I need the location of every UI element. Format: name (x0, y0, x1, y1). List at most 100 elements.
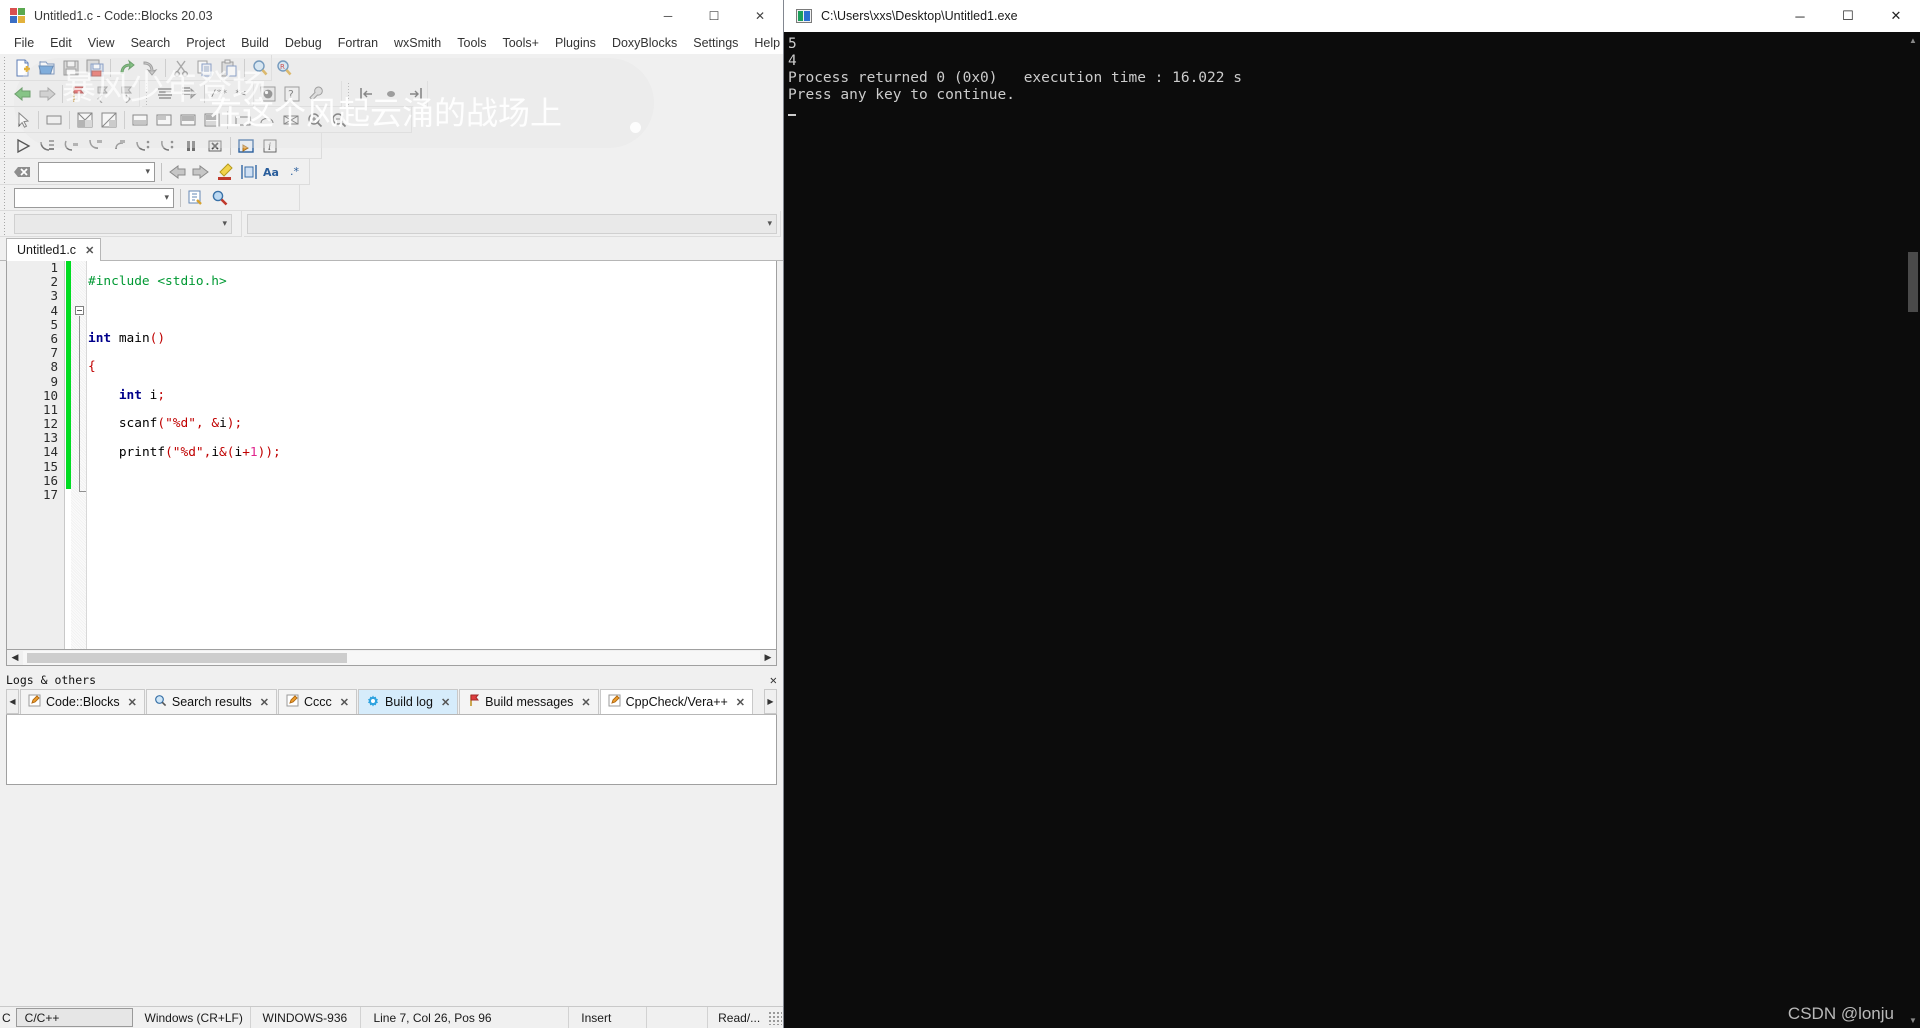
scroll-right-arrow-icon[interactable]: ▶ (760, 651, 776, 665)
step-instruction-icon[interactable] (155, 134, 179, 158)
debugging-windows-icon[interactable] (234, 134, 258, 158)
debug-pause-icon[interactable] (179, 134, 203, 158)
code-text[interactable]: #include <stdio.h> int main() { int i; s… (88, 261, 776, 649)
open-file-icon[interactable] (35, 56, 59, 80)
selected-only-icon[interactable] (237, 160, 261, 184)
function-select[interactable]: ▾ (247, 213, 777, 234)
toolbar-grip[interactable] (2, 160, 9, 183)
curve-sizer-icon[interactable] (255, 108, 279, 132)
zoom-out-icon[interactable] (327, 108, 351, 132)
debug-stop-icon[interactable] (203, 134, 227, 158)
close-button[interactable]: ✕ (1872, 0, 1920, 32)
new-file-icon[interactable] (11, 56, 35, 80)
logs-tabs-scroll-left[interactable]: ◀ (6, 689, 19, 714)
maximize-button[interactable]: ☐ (1824, 0, 1872, 32)
minimize-button[interactable]: ─ (645, 0, 691, 32)
scroll-thumb[interactable] (27, 652, 347, 663)
menu-item-search[interactable]: Search (123, 34, 179, 52)
step-out-icon[interactable] (107, 134, 131, 158)
run-to-cursor-icon[interactable] (35, 134, 59, 158)
copy-icon[interactable] (193, 56, 217, 80)
help-doc-icon[interactable]: ? (280, 82, 304, 106)
close-icon[interactable]: ✕ (340, 696, 349, 709)
toolbar-grip[interactable] (2, 56, 9, 79)
scroll-thumb[interactable] (1908, 252, 1918, 312)
close-icon[interactable]: ✕ (441, 696, 450, 709)
close-icon[interactable]: ✕ (85, 244, 94, 257)
resize-grip-icon[interactable] (768, 1010, 782, 1025)
close-button[interactable]: ✕ (737, 0, 783, 32)
grid-sizer-icon[interactable] (73, 108, 97, 132)
back-icon[interactable] (11, 82, 35, 106)
logs-panel-body[interactable] (6, 715, 777, 785)
incremental-search-input[interactable]: ▾ (38, 161, 155, 182)
scroll-up-arrow-icon[interactable]: ▲ (1906, 32, 1920, 48)
box-sizer-bottom-icon[interactable] (176, 108, 200, 132)
logs-tab-search-results[interactable]: Search results ✕ (145, 689, 277, 714)
fold-toggle-icon[interactable] (75, 306, 84, 315)
menu-item-help[interactable]: Help (746, 34, 783, 52)
logs-tabs-scroll-right[interactable]: ▶ (764, 689, 777, 714)
toolbar-grip[interactable] (2, 212, 9, 235)
menu-item-debug[interactable]: Debug (277, 34, 330, 52)
search-prev-icon[interactable] (165, 160, 189, 184)
close-icon[interactable]: ✕ (260, 696, 269, 709)
menu-item-build[interactable]: Build (233, 34, 277, 52)
save-all-icon[interactable] (83, 56, 107, 80)
panel-icon[interactable] (42, 108, 66, 132)
maximize-button[interactable]: ☐ (691, 0, 737, 32)
highlight-icon[interactable] (213, 160, 237, 184)
close-icon[interactable]: ✕ (581, 696, 590, 709)
toolbar-grip[interactable] (144, 82, 151, 105)
toggle-bookmark-icon[interactable] (66, 82, 90, 106)
find-icon[interactable] (248, 56, 272, 80)
menu-item-fortran[interactable]: Fortran (330, 34, 386, 52)
menu-item-tools-plus[interactable]: Tools+ (494, 34, 546, 52)
logs-close-icon[interactable]: ✕ (770, 673, 777, 687)
console-scrollbar[interactable]: ▲ ▼ (1906, 32, 1920, 1028)
vera-run-icon[interactable] (208, 186, 232, 210)
flex-sizer-icon[interactable] (97, 108, 121, 132)
align-left-icon[interactable] (355, 82, 379, 106)
cppcheck-run-icon[interactable] (184, 186, 208, 210)
logs-tab-build-messages[interactable]: Build messages ✕ (459, 689, 599, 714)
scroll-track[interactable] (23, 650, 760, 665)
save-icon[interactable] (59, 56, 83, 80)
zoom-in-icon[interactable] (303, 108, 327, 132)
editor-horizontal-scrollbar[interactable]: ◀ ▶ (6, 650, 777, 666)
toolbar-grip[interactable] (2, 186, 9, 209)
code-editor[interactable]: 1 2 3 4 5 6 7 8 9 10 11 12 13 14 15 16 1… (6, 261, 777, 650)
menu-item-tools[interactable]: Tools (449, 34, 494, 52)
cut-icon[interactable] (169, 56, 193, 80)
next-instruction-icon[interactable] (131, 134, 155, 158)
console-output[interactable]: 5 4 Process returned 0 (0x0) execution tim… (784, 32, 1906, 1028)
menu-item-file[interactable]: File (6, 34, 42, 52)
editor-tab-untitled1c[interactable]: Untitled1.c ✕ (6, 238, 102, 261)
uncomment-icon[interactable]: *< (232, 82, 256, 106)
next-bookmark-icon[interactable] (114, 82, 138, 106)
pointer-icon[interactable] (11, 108, 35, 132)
box-sizer-left-icon[interactable] (152, 108, 176, 132)
unindent-icon[interactable] (177, 82, 201, 106)
comment-icon[interactable]: /** (208, 82, 232, 106)
search-next-icon[interactable] (189, 160, 213, 184)
replace-icon[interactable]: R (272, 56, 296, 80)
logs-tab-codeblocks[interactable]: Code::Blocks ✕ (20, 689, 145, 714)
menu-item-plugins[interactable]: Plugins (547, 34, 604, 52)
logs-tab-cccc[interactable]: Cccc ✕ (278, 689, 357, 714)
box-sizer-top-icon[interactable] (128, 108, 152, 132)
menu-item-wxsmith[interactable]: wxSmith (386, 34, 449, 52)
redo-icon[interactable] (138, 56, 162, 80)
various-info-icon[interactable]: i (258, 134, 282, 158)
menu-item-project[interactable]: Project (178, 34, 233, 52)
scope-select[interactable]: ▾ (14, 213, 232, 234)
align-right-icon[interactable] (403, 82, 427, 106)
toolbar-grip[interactable] (2, 82, 9, 105)
step-over-icon[interactable] (59, 134, 83, 158)
forward-icon[interactable] (35, 82, 59, 106)
scroll-down-arrow-icon[interactable]: ▼ (1906, 1012, 1920, 1028)
regex-icon[interactable]: .* (285, 160, 309, 184)
undo-icon[interactable] (114, 56, 138, 80)
logs-tab-cppcheck-vera[interactable]: CppCheck/Vera++ ✕ (599, 689, 754, 714)
toolbar-grip[interactable] (2, 108, 9, 131)
